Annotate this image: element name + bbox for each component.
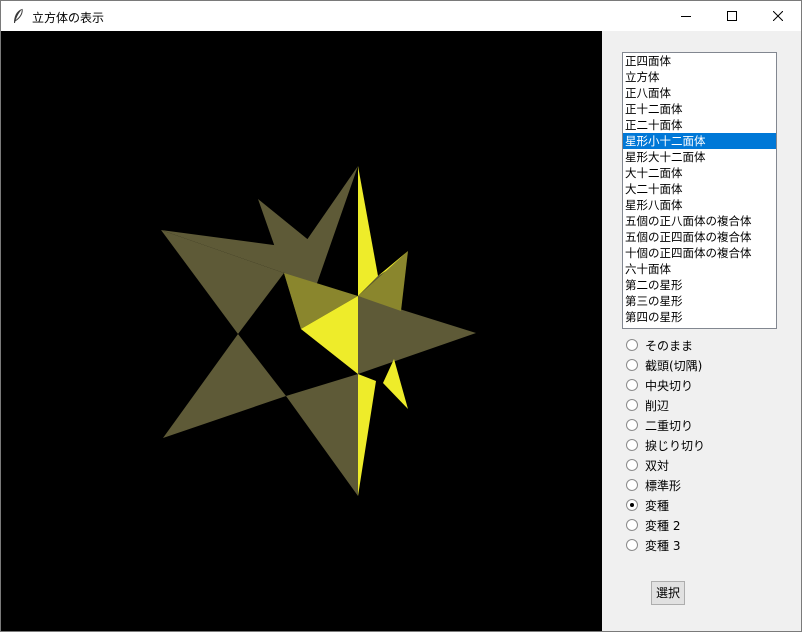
list-item[interactable]: 正八面体 bbox=[623, 85, 776, 101]
window-title: 立方体の表示 bbox=[32, 11, 105, 25]
list-item[interactable]: 五個の正四面体の複合体 bbox=[623, 229, 776, 245]
close-button[interactable] bbox=[755, 1, 801, 31]
radio-button-icon[interactable] bbox=[626, 379, 638, 391]
stellated-dodecahedron-render bbox=[161, 166, 476, 496]
title-bar[interactable]: 立方体の表示 bbox=[1, 1, 801, 31]
list-item[interactable]: 第二の星形 bbox=[623, 277, 776, 293]
spike-face bbox=[358, 296, 476, 374]
spike-face bbox=[163, 334, 286, 438]
maximize-icon bbox=[727, 11, 737, 21]
list-item[interactable]: 第四の星形 bbox=[623, 309, 776, 325]
list-item[interactable]: 立方体 bbox=[623, 69, 776, 85]
list-item[interactable]: 星形小十二面体 bbox=[623, 133, 776, 149]
radio-button-icon[interactable] bbox=[626, 479, 638, 491]
list-item[interactable]: 十個の正四面体の複合体 bbox=[623, 245, 776, 261]
radio-button-icon[interactable] bbox=[626, 519, 638, 531]
select-button[interactable]: 選択 bbox=[651, 581, 685, 605]
list-item[interactable]: 正二十面体 bbox=[623, 117, 776, 133]
render-canvas[interactable] bbox=[1, 31, 602, 631]
app-window: 立方体の表示 正四面体 立方体 正八面体 正十二面体 正二十面体 星形小十二面体… bbox=[0, 0, 802, 632]
list-item[interactable]: 星形八面体 bbox=[623, 197, 776, 213]
minimize-icon bbox=[681, 16, 691, 17]
radio-button-icon[interactable] bbox=[626, 359, 638, 371]
minimize-button[interactable] bbox=[663, 1, 709, 31]
list-item[interactable]: 五個の正八面体の複合体 bbox=[623, 213, 776, 229]
list-item[interactable]: 大二十面体 bbox=[623, 181, 776, 197]
polyhedron-listbox[interactable]: 正四面体 立方体 正八面体 正十二面体 正二十面体 星形小十二面体 星形大十二面体 大十二面体… bbox=[622, 52, 777, 329]
radio-label: 標準形 bbox=[645, 479, 682, 493]
list-item[interactable]: 六十面体 bbox=[623, 261, 776, 277]
list-item[interactable]: 星形大十二面体 bbox=[623, 149, 776, 165]
radio-label: 中央切り bbox=[645, 379, 694, 393]
spike-face bbox=[286, 374, 358, 496]
list-item[interactable]: 正四面体 bbox=[623, 53, 776, 69]
close-icon bbox=[773, 11, 783, 21]
radio-label: 双対 bbox=[645, 459, 670, 473]
radio-button-icon[interactable] bbox=[626, 399, 638, 411]
maximize-button[interactable] bbox=[709, 1, 755, 31]
feather-icon bbox=[14, 8, 23, 23]
list-item[interactable]: 正十二面体 bbox=[623, 101, 776, 117]
spike-face bbox=[358, 374, 376, 496]
radio-label: 捩じり切り bbox=[645, 439, 706, 453]
radio-label: 変種 3 bbox=[645, 539, 681, 553]
radio-button-icon[interactable] bbox=[626, 439, 638, 451]
control-panel: 正四面体 立方体 正八面体 正十二面体 正二十面体 星形小十二面体 星形大十二面体 大十二面体… bbox=[602, 31, 801, 631]
radio-label: 変種 2 bbox=[645, 519, 681, 533]
radio-button-icon[interactable] bbox=[626, 339, 638, 351]
radio-label: そのまま bbox=[645, 339, 694, 353]
radio-label: 変種 bbox=[645, 499, 670, 513]
radio-button-icon[interactable] bbox=[626, 539, 638, 551]
radio-label: 削辺 bbox=[645, 399, 670, 413]
radio-label: 二重切り bbox=[645, 419, 694, 433]
list-item[interactable]: 大十二面体 bbox=[623, 165, 776, 181]
spike-face bbox=[383, 359, 408, 409]
radio-button-icon[interactable] bbox=[626, 459, 638, 471]
list-item[interactable]: 第三の星形 bbox=[623, 293, 776, 309]
radio-button-icon[interactable] bbox=[626, 419, 638, 431]
spike-face bbox=[358, 166, 378, 296]
radio-label: 截頭(切隅) bbox=[645, 359, 703, 373]
radio-button-icon[interactable] bbox=[626, 499, 638, 511]
